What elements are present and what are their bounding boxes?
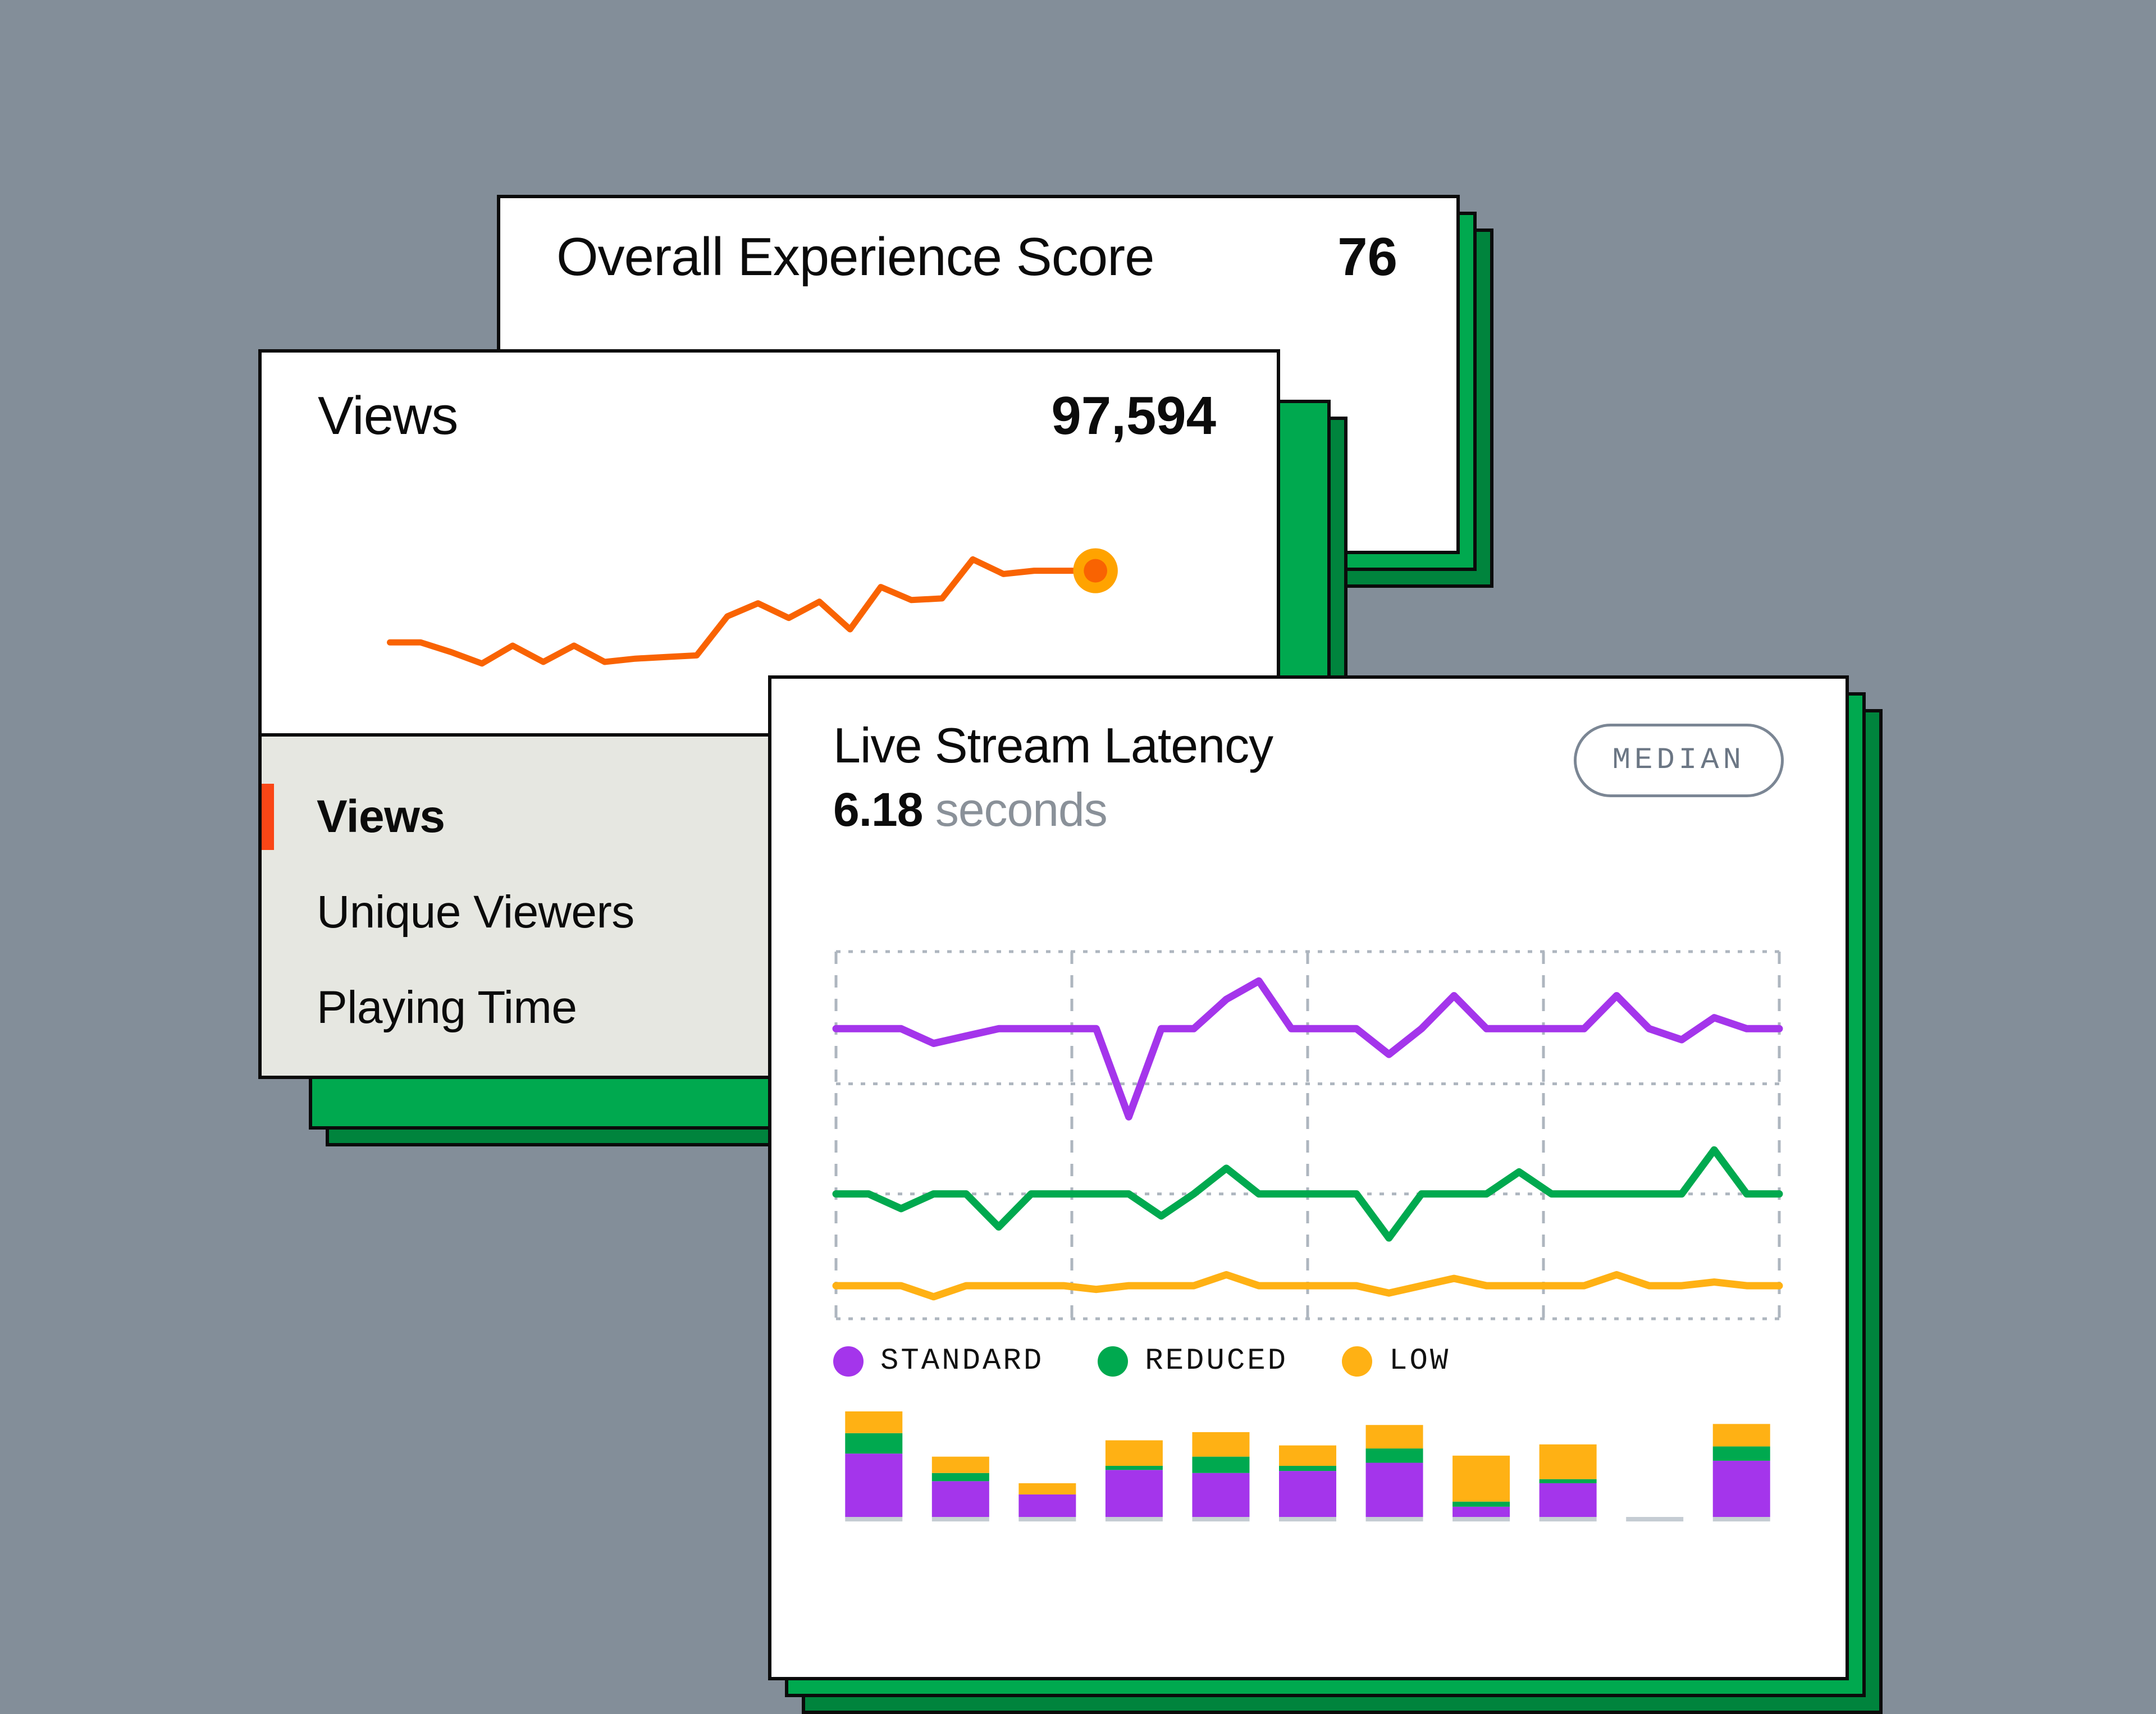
legend-dot-standard [833,1346,864,1377]
latency-unit: seconds [935,783,1107,836]
latency-line-chart [830,941,1785,1329]
metric-dropdown-list: Views Unique Viewers Playing Time [262,737,771,1055]
legend-item-low: LOW [1342,1344,1450,1378]
dropdown-item-views[interactable]: Views [262,769,771,865]
dropdown-item-label: Playing Time [317,981,577,1034]
legend-dot-reduced [1098,1346,1128,1377]
dropdown-item-label: Unique Viewers [317,886,634,939]
latency-titleblock: Live Stream Latency 6.18 seconds [833,719,1273,837]
score-label: Overall Experience Score [556,226,1154,288]
views-row: Views 97,594 [318,385,1216,447]
score-value: 76 [1337,226,1397,288]
views-label: Views [318,385,458,447]
score-row: Overall Experience Score 76 [556,226,1397,288]
dropdown-item-playing-time[interactable]: Playing Time [262,960,771,1055]
dropdown-item-label: Views [317,790,445,843]
dropdown-item-unique-viewers[interactable]: Unique Viewers [262,865,771,960]
median-badge[interactable]: MEDIAN [1574,724,1784,797]
legend-item-standard: STANDARD [833,1344,1044,1378]
legend-label-reduced: REDUCED [1145,1344,1288,1378]
latency-title: Live Stream Latency [833,719,1273,771]
dashboard-stage: Overall Experience Score 76 Views 97,594… [0,0,2156,1643]
metric-dropdown[interactable]: Views Unique Viewers Playing Time [258,733,775,1079]
latency-stacked-bar-chart [830,1411,1785,1524]
live-stream-latency-card: Live Stream Latency 6.18 seconds MEDIAN … [768,675,1849,1680]
views-value: 97,594 [1051,385,1216,447]
latency-value-row: 6.18 seconds [833,783,1273,837]
legend-item-reduced: REDUCED [1098,1344,1288,1378]
legend-dot-low [1342,1346,1372,1377]
legend-label-standard: STANDARD [880,1344,1044,1378]
latency-legend: STANDARD REDUCED LOW [833,1344,1450,1378]
latency-header: Live Stream Latency 6.18 seconds MEDIAN [833,719,1784,837]
legend-label-low: LOW [1389,1344,1450,1378]
latency-value: 6.18 [833,783,923,836]
